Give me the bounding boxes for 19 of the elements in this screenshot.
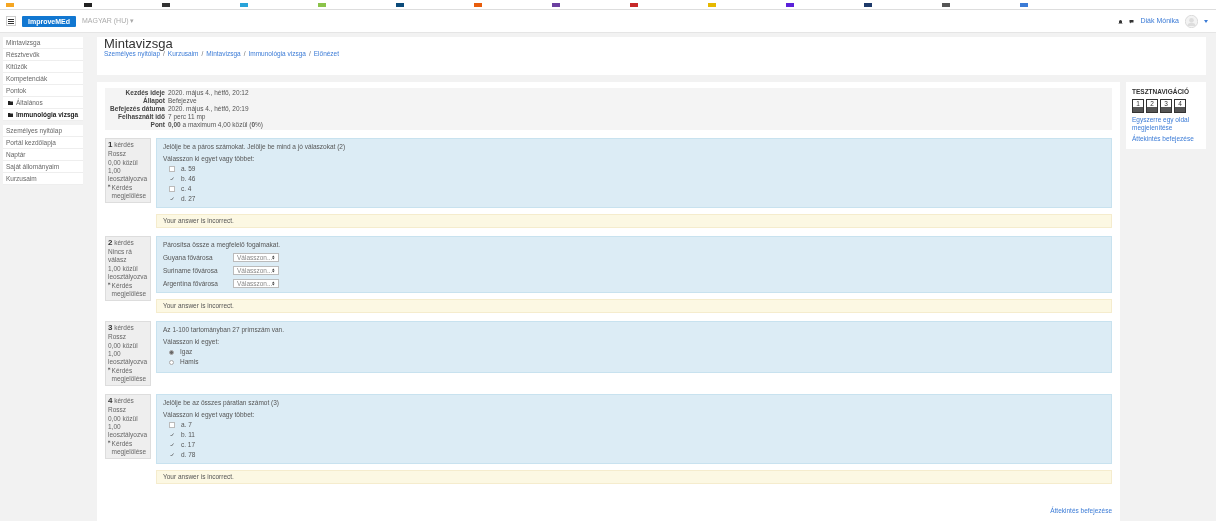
checkbox[interactable] [169,196,175,202]
bell-icon[interactable] [1118,18,1124,24]
radio-button[interactable] [169,349,174,355]
sort-arrows-icon [272,255,275,260]
checkbox[interactable] [169,176,175,182]
caret-icon[interactable] [1204,19,1208,23]
folder-icon [8,112,13,117]
chat-icon[interactable] [1129,18,1135,24]
checkbox[interactable] [169,166,175,172]
menu-icon[interactable] [6,16,16,26]
checkbox[interactable] [169,186,175,192]
checkbox[interactable] [169,452,175,458]
checkbox[interactable] [169,422,175,428]
sort-arrows-icon [272,268,275,273]
sort-arrows-icon [272,281,275,286]
checkbox[interactable] [169,432,175,438]
radio-button[interactable] [169,359,174,365]
checkbox[interactable] [169,442,175,448]
folder-icon [8,100,13,105]
